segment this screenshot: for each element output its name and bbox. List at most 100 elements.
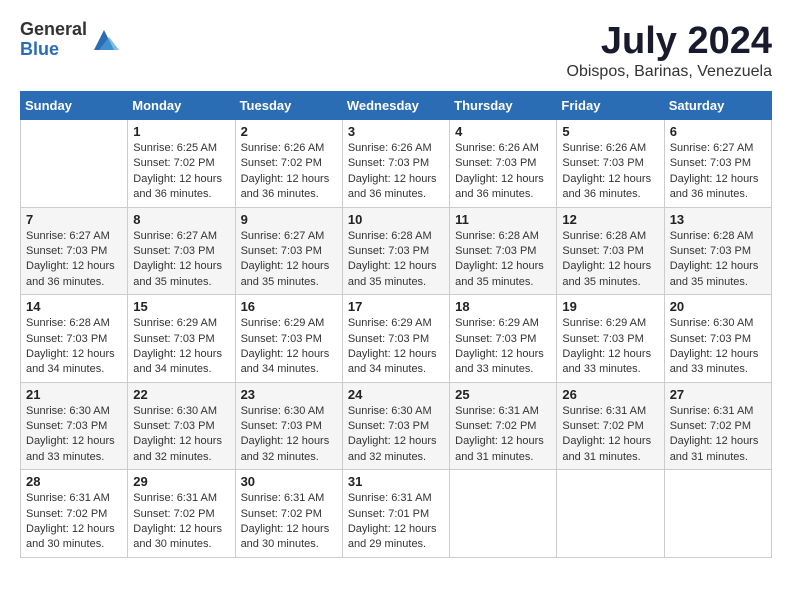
day-info-line: Sunset: 7:03 PM [241,333,322,345]
day-number: 5 [562,124,658,139]
day-info-line: Sunrise: 6:25 AM [133,142,217,154]
day-info-line: Sunset: 7:03 PM [26,245,107,257]
day-info-line: Daylight: 12 hours [133,173,222,185]
day-number: 8 [133,212,229,227]
day-info-line: Sunset: 7:03 PM [455,333,536,345]
day-number: 29 [133,474,229,489]
logo-icon [89,25,119,55]
calendar-cell: 2Sunrise: 6:26 AMSunset: 7:02 PMDaylight… [235,120,342,208]
calendar-cell: 14Sunrise: 6:28 AMSunset: 7:03 PMDayligh… [21,295,128,383]
day-info-line: Sunrise: 6:29 AM [133,317,217,329]
day-info-line: Sunrise: 6:28 AM [562,230,646,242]
day-info-line: Sunset: 7:03 PM [670,157,751,169]
day-number: 1 [133,124,229,139]
calendar-cell: 1 Sunrise: 6:25 AM Sunset: 7:02 PM Daylight… [128,120,235,208]
day-of-week-sunday: Sunday [21,92,128,120]
calendar-cell: 31Sunrise: 6:31 AMSunset: 7:01 PMDayligh… [342,470,449,558]
day-info-line: Sunset: 7:02 PM [133,157,214,169]
day-info-line: Daylight: 12 hours [241,523,330,535]
day-info-line: and 31 minutes. [455,451,533,463]
calendar-cell: 29Sunrise: 6:31 AMSunset: 7:02 PMDayligh… [128,470,235,558]
day-info-line: Daylight: 12 hours [348,523,437,535]
day-info-line: and 34 minutes. [241,363,319,375]
day-info: Sunrise: 6:29 AMSunset: 7:03 PMDaylight:… [455,316,551,378]
day-info-line: Sunset: 7:03 PM [26,333,107,345]
day-info-line: Daylight: 12 hours [562,435,651,447]
calendar-cell: 19 Sunrise: 6:29 AMSunset: 7:03 PMDayligh… [557,295,664,383]
day-info: Sunrise: 6:31 AMSunset: 7:02 PMDaylight:… [670,404,766,466]
calendar-cell: 27Sunrise: 6:31 AMSunset: 7:02 PMDayligh… [664,382,771,470]
day-info-line: and 29 minutes. [348,538,426,550]
day-number: 19 [562,299,658,314]
day-info-line: Sunset: 7:02 PM [241,157,322,169]
day-of-week-saturday: Saturday [664,92,771,120]
day-info: Sunrise: 6:31 AMSunset: 7:02 PMDaylight:… [26,491,122,553]
calendar-cell: 13Sunrise: 6:28 AMSunset: 7:03 PMDayligh… [664,207,771,295]
day-number: 23 [241,387,337,402]
day-info-line: Sunset: 7:02 PM [455,420,536,432]
day-of-week-friday: Friday [557,92,664,120]
day-of-week-tuesday: Tuesday [235,92,342,120]
day-info-line: Sunset: 7:02 PM [133,508,214,520]
day-info-line: Daylight: 12 hours [133,523,222,535]
day-info-line: and 33 minutes. [670,363,748,375]
day-info-line: and 33 minutes. [26,451,104,463]
day-info-line: Daylight: 12 hours [562,348,651,360]
day-info-line: and 35 minutes. [562,276,640,288]
calendar-cell: 15Sunrise: 6:29 AMSunset: 7:03 PMDayligh… [128,295,235,383]
day-info: Sunrise: 6:29 AMSunset: 7:03 PMDaylight:… [562,316,658,378]
day-info-line: Daylight: 12 hours [455,435,544,447]
day-info-line: Sunset: 7:02 PM [241,508,322,520]
day-info-line: and 34 minutes. [348,363,426,375]
day-number: 7 [26,212,122,227]
day-info: Sunrise: 6:30 AMSunset: 7:03 PMDaylight:… [133,404,229,466]
day-info-line: Sunrise: 6:28 AM [670,230,754,242]
day-info: Sunrise: 6:25 AM Sunset: 7:02 PM Daylight:… [133,141,229,203]
day-info-line: Daylight: 12 hours [562,173,651,185]
calendar-cell: 16Sunrise: 6:29 AMSunset: 7:03 PMDayligh… [235,295,342,383]
day-info: Sunrise: 6:29 AMSunset: 7:03 PMDaylight:… [241,316,337,378]
day-info-line: Daylight: 12 hours [562,260,651,272]
day-info-line: Sunset: 7:03 PM [348,420,429,432]
day-number: 4 [455,124,551,139]
day-info-line: Daylight: 12 hours [241,348,330,360]
subtitle: Obispos, Barinas, Venezuela [567,63,772,81]
day-info-line: Sunrise: 6:31 AM [670,405,754,417]
day-info-line: Sunrise: 6:27 AM [241,230,325,242]
day-of-week-thursday: Thursday [450,92,557,120]
day-info-line: Daylight: 12 hours [348,435,437,447]
day-info-line: Sunrise: 6:31 AM [241,492,325,504]
day-info-line: Sunrise: 6:31 AM [26,492,110,504]
day-info-line: Sunset: 7:03 PM [670,245,751,257]
day-info-line: and 32 minutes. [241,451,319,463]
calendar-cell: 20Sunrise: 6:30 AMSunset: 7:03 PMDayligh… [664,295,771,383]
day-info-line: Sunset: 7:03 PM [133,245,214,257]
calendar-cell [450,470,557,558]
day-number: 27 [670,387,766,402]
main-title: July 2024 [567,20,772,63]
day-info-line: and 31 minutes. [670,451,748,463]
day-info-line: Sunset: 7:03 PM [455,157,536,169]
day-info-line: Sunrise: 6:28 AM [455,230,539,242]
calendar-cell: 23Sunrise: 6:30 AMSunset: 7:03 PMDayligh… [235,382,342,470]
day-info: Sunrise: 6:27 AMSunset: 7:03 PMDaylight:… [133,229,229,291]
day-info: Sunrise: 6:30 AMSunset: 7:03 PMDaylight:… [670,316,766,378]
day-info-line: Daylight: 12 hours [348,173,437,185]
day-info: Sunrise: 6:26 AMSunset: 7:03 PMDaylight:… [348,141,444,203]
day-info-line: Sunset: 7:02 PM [670,420,751,432]
calendar-cell: 3Sunrise: 6:26 AMSunset: 7:03 PMDaylight… [342,120,449,208]
day-of-week-wednesday: Wednesday [342,92,449,120]
day-info: Sunrise: 6:26 AMSunset: 7:03 PMDaylight:… [455,141,551,203]
day-info: Sunrise: 6:28 AMSunset: 7:03 PMDaylight:… [455,229,551,291]
day-info-line: and 35 minutes. [348,276,426,288]
calendar-cell: 26Sunrise: 6:31 AMSunset: 7:02 PMDayligh… [557,382,664,470]
day-number: 10 [348,212,444,227]
day-info-line: Daylight: 12 hours [241,173,330,185]
calendar-cell: 12Sunrise: 6:28 AMSunset: 7:03 PMDayligh… [557,207,664,295]
calendar-cell: 4 Sunrise: 6:26 AMSunset: 7:03 PMDaylight… [450,120,557,208]
day-info-line: and 30 minutes. [133,538,211,550]
day-info-line: Sunset: 7:03 PM [562,157,643,169]
day-info: Sunrise: 6:26 AMSunset: 7:02 PMDaylight:… [241,141,337,203]
day-info-line: Sunset: 7:03 PM [348,157,429,169]
day-info-line: and 36 minutes. [133,188,211,200]
